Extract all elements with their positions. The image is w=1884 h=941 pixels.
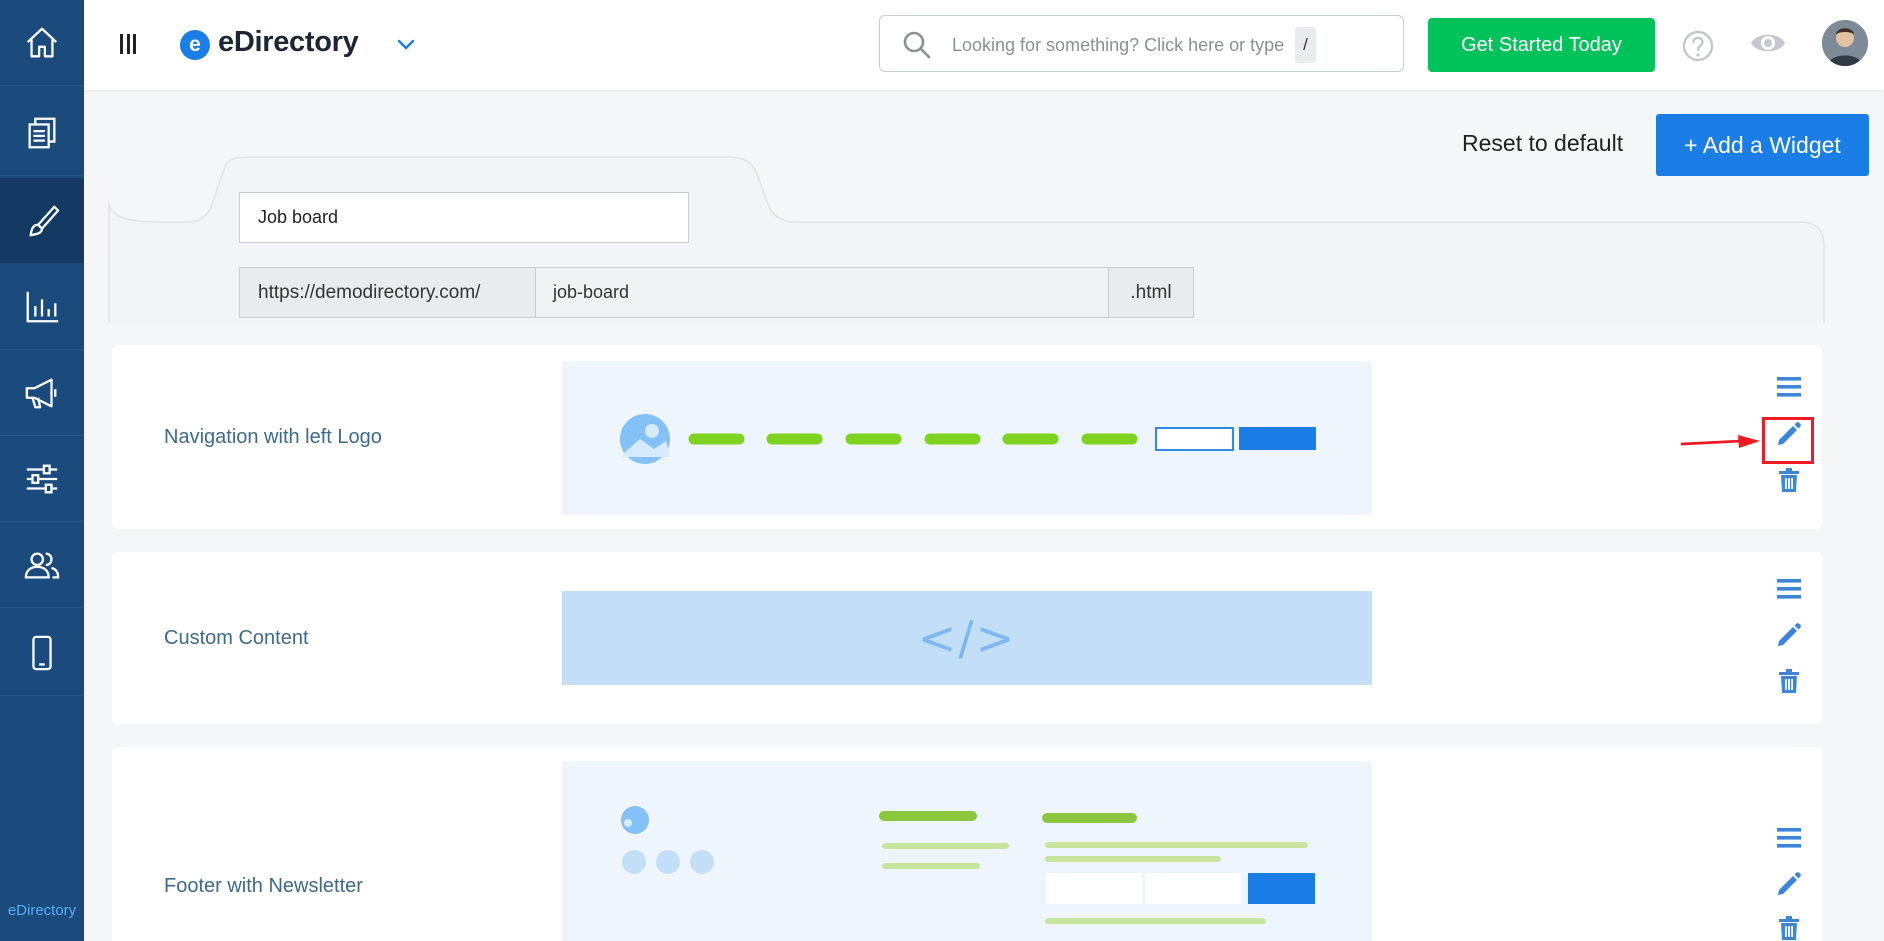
megaphone-icon [25, 378, 57, 408]
sidebar-brand[interactable]: eDirectory [0, 902, 84, 919]
menu-icon[interactable] [120, 34, 136, 54]
url-prefix: https://demodirectory.com/ [239, 267, 536, 318]
sidebar-item-home[interactable] [0, 0, 84, 86]
widget-card-footer-newsletter: Footer with Newsletter [112, 747, 1822, 941]
logo-icon[interactable]: e [180, 30, 210, 60]
widget-card-custom-content: Custom Content </> [112, 552, 1822, 724]
mobile-icon [32, 635, 52, 670]
home-icon [26, 27, 58, 57]
drag-handle-icon[interactable] [1772, 572, 1806, 606]
delete-trash-icon[interactable] [1772, 463, 1806, 497]
brush-icon [29, 205, 60, 236]
delete-trash-icon[interactable] [1772, 664, 1806, 698]
get-started-button[interactable]: Get Started Today [1428, 18, 1655, 72]
sliders-icon [26, 464, 58, 493]
users-icon [24, 551, 60, 578]
sidebar-item-reports[interactable] [0, 264, 84, 350]
url-suffix: .html [1108, 267, 1194, 318]
widget-card-navigation: Navigation with left Logo [112, 345, 1822, 529]
delete-trash-icon[interactable] [1772, 911, 1806, 941]
bar-chart-icon [26, 291, 59, 322]
drag-handle-icon[interactable] [1772, 370, 1806, 404]
sidebar-item-promote[interactable] [0, 350, 84, 436]
annotation-arrow-icon [1680, 435, 1760, 448]
edit-pencil-icon[interactable] [1772, 867, 1806, 901]
sidebar-item-design[interactable] [0, 178, 84, 264]
footer-newsletter-preview[interactable] [562, 761, 1372, 941]
sidebar-item-settings[interactable] [0, 436, 84, 522]
sidebar-item-content[interactable] [0, 90, 84, 176]
widget-title: Footer with Newsletter [164, 875, 363, 897]
widget-title: Navigation with left Logo [164, 426, 382, 448]
url-slug-input[interactable]: job-board [535, 267, 1109, 318]
search-shortcut-key: / [1295, 27, 1316, 63]
page-title-input[interactable]: Job board [239, 192, 689, 243]
navigation-preview[interactable] [562, 361, 1372, 515]
sidebar-item-users[interactable] [0, 522, 84, 608]
documents-icon [28, 117, 56, 148]
avatar[interactable] [1822, 20, 1868, 66]
edit-pencil-icon[interactable] [1772, 618, 1806, 652]
widget-title: Custom Content [164, 627, 309, 649]
annotation-highlight-box [1762, 417, 1814, 464]
search-placeholder: Looking for something? Click here or typ… [952, 35, 1285, 55]
eye-icon[interactable] [1749, 28, 1787, 58]
search-input[interactable]: Looking for something? Click here or typ… [879, 15, 1404, 72]
logo-text[interactable]: eDirectory [218, 26, 359, 59]
search-icon [903, 31, 931, 59]
sidebar: eDirectory [0, 0, 84, 941]
help-icon[interactable] [1681, 29, 1715, 63]
top-header: e eDirectory Looking for something? Clic… [84, 0, 1884, 90]
sidebar-item-mobile[interactable] [0, 610, 84, 696]
chevron-down-icon[interactable] [394, 32, 418, 56]
custom-content-preview[interactable]: </> [562, 591, 1372, 685]
drag-handle-icon[interactable] [1772, 821, 1806, 855]
code-icon: </> [917, 611, 1017, 665]
